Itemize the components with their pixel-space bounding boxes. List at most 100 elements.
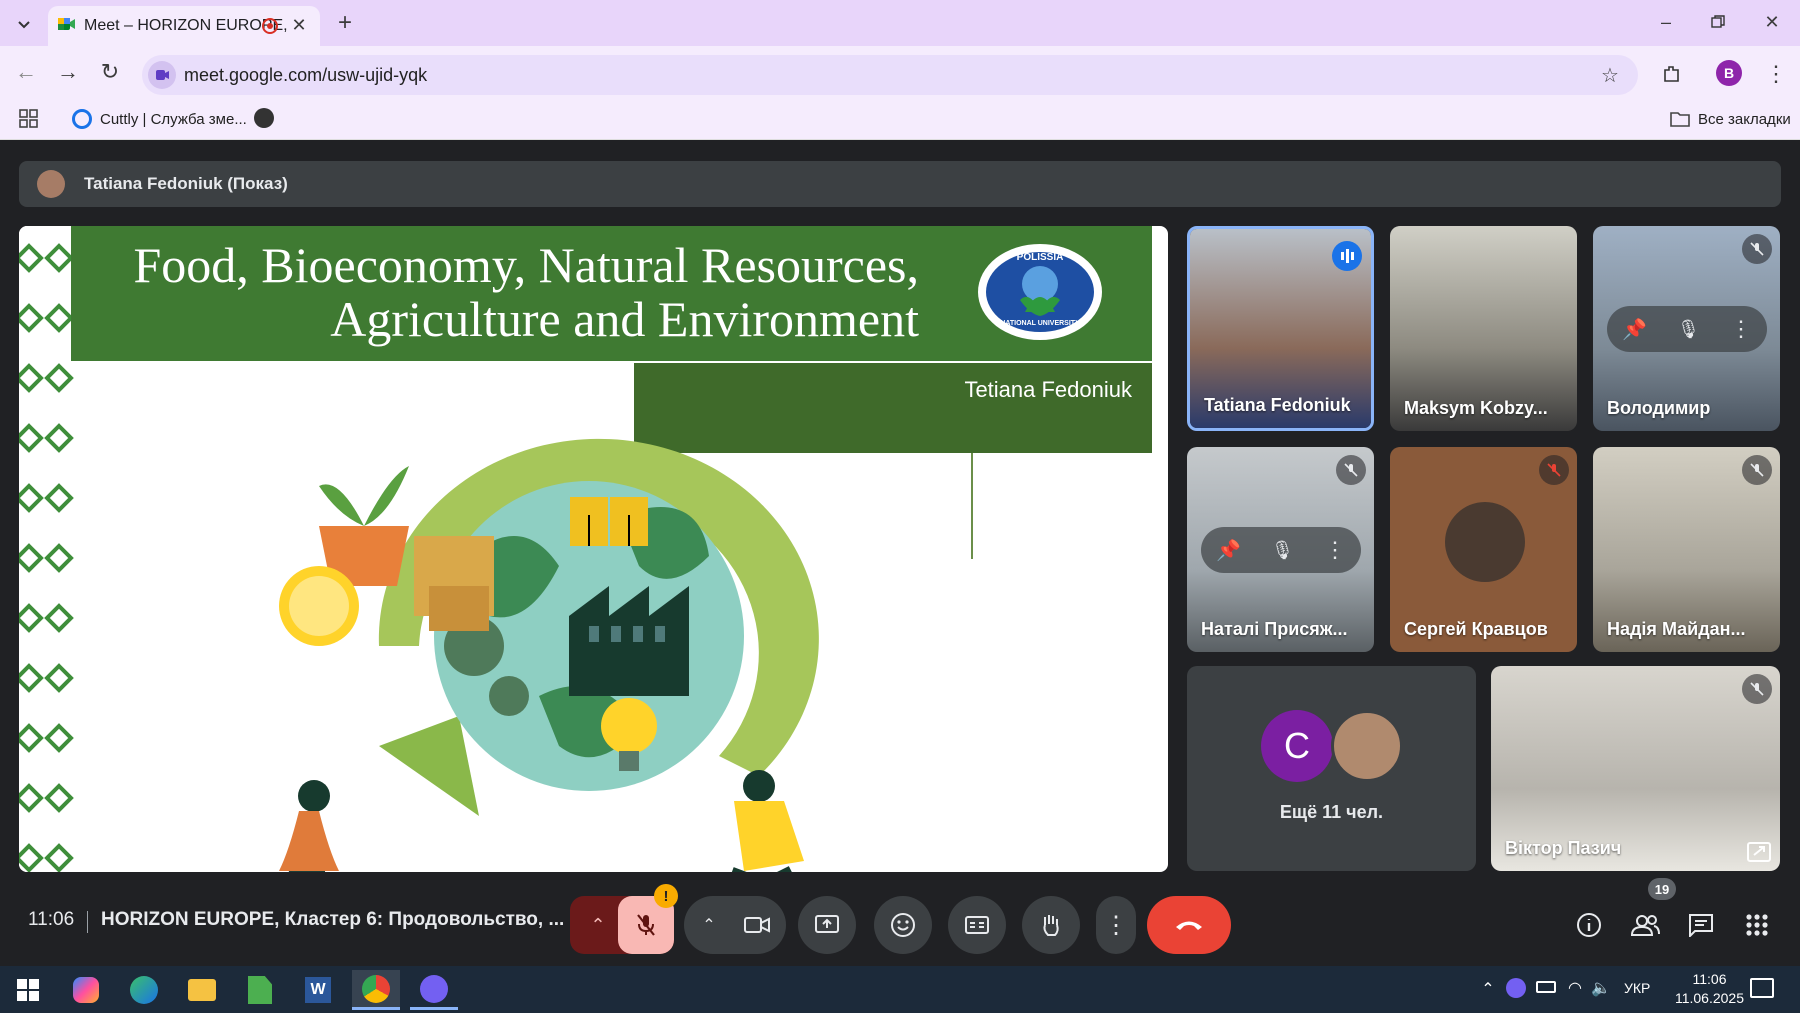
chat-icon [1689,914,1713,937]
clock-time: 11:06 [1692,971,1727,987]
slide-author: Tetiana Fedoniuk [964,377,1132,402]
participant-avatar [1445,502,1525,582]
browser-tab-bar: Meet – HORIZON EUROPE, ✕ + – ✕ [0,0,1800,46]
participant-tile[interactable]: Надія Майдан... [1593,447,1780,652]
participant-name: Володимир [1607,398,1711,418]
participant-photo-avatar [1331,710,1403,782]
slide-title: Food, Bioeconomy, Natural Resources, Agr… [109,238,920,347]
camera-toggle-button[interactable] [730,896,784,954]
more-options-icon[interactable]: ⋮ [1730,316,1752,342]
more-options-icon[interactable]: ⋮ [1324,537,1346,563]
presenter-label: Tatiana Fedoniuk (Показ) [84,174,288,193]
apps-grid-icon[interactable] [18,108,40,130]
close-tab-icon[interactable]: ✕ [288,14,310,36]
slide-title-line2: Agriculture and Environment [330,291,919,347]
taskbar-chrome[interactable] [352,970,400,1010]
start-button[interactable] [4,970,52,1010]
tile-hover-controls: 📌 🎙 ⋮ [1201,527,1361,573]
meeting-title: HORIZON EUROPE, Кластер 6: Продовольство… [101,909,565,930]
tray-viber-icon[interactable] [1506,978,1526,998]
logo-top-text: POLISSIA [1016,252,1064,263]
browser-menu-icon[interactable]: ⋮ [1762,58,1790,90]
people-button[interactable] [1624,896,1666,954]
raise-hand-button[interactable] [1022,896,1080,954]
clock-date: 11.06.2025 [1674,990,1744,1006]
leave-call-button[interactable] [1147,896,1231,954]
presenter-avatar [37,170,65,198]
hang-up-icon [1176,921,1202,930]
new-tab-icon[interactable]: + [330,8,360,38]
more-options-button[interactable]: ⋮ [1096,896,1136,954]
input-language[interactable]: УКР [1624,980,1650,996]
camera-options-button[interactable]: ⌃ [690,896,728,954]
back-icon[interactable]: ← [10,56,42,88]
activities-button[interactable] [1736,896,1778,954]
mute-participant-icon[interactable]: 🎙 [1677,319,1700,340]
meeting-info-button[interactable] [1568,896,1610,954]
captions-icon [965,916,989,934]
captions-button[interactable] [948,896,1006,954]
windows-icon [17,979,39,1001]
participant-tile[interactable]: 📌 🎙 ⋮ Наталі Присяж... [1187,447,1374,652]
participant-name: Maksym Kobzy... [1404,398,1548,418]
info-icon [1577,913,1601,937]
pin-icon[interactable]: 📌 [1216,538,1241,563]
active-tab[interactable]: Meet – HORIZON EUROPE, ✕ [48,6,320,46]
edge-icon [130,976,158,1004]
shared-slide[interactable]: Food, Bioeconomy, Natural Resources, Agr… [19,226,1168,872]
bioeconomy-illustration [279,438,819,872]
system-clock[interactable]: 11:06 11.06.2025 [1675,970,1744,1008]
participant-tile[interactable]: Сергей Кравцов [1390,447,1577,652]
time-divider [87,911,88,933]
apps-icon [1746,914,1768,936]
expand-icon[interactable] [1746,841,1772,863]
address-bar[interactable]: meet.google.com/usw-ujid-yqk ☆ [142,55,1638,95]
volume-icon[interactable]: 🔈 [1590,976,1612,1000]
taskbar-explorer[interactable] [178,970,226,1010]
camera-icon [744,917,770,933]
mic-off-icon [637,914,655,936]
notifications-icon[interactable] [1750,978,1774,998]
participant-name: Віктор Пазич [1505,838,1622,858]
participant-tile[interactable]: 📌 🎙 ⋮ Володимир [1593,226,1780,431]
reload-icon[interactable]: ↻ [94,56,126,88]
speaking-icon [1332,241,1362,271]
recording-icon [262,18,278,34]
taskbar-app[interactable] [236,970,284,1010]
bookmark-cuttly[interactable]: Cuttly | Служба зме... [72,106,247,132]
university-logo: POLISSIA NATIONAL UNIVERSITY [975,242,1105,342]
taskbar-edge[interactable] [120,970,168,1010]
slide-divider [971,453,973,559]
forward-icon[interactable]: → [52,56,84,88]
chat-button[interactable] [1680,896,1722,954]
taskbar-word[interactable]: W [294,970,342,1010]
present-button[interactable] [798,896,856,954]
extensions-icon[interactable] [1655,57,1689,91]
minimize-icon[interactable]: – [1650,6,1682,38]
mute-participant-icon[interactable]: 🎙 [1271,540,1294,561]
reactions-button[interactable] [874,896,932,954]
restore-icon[interactable] [1702,6,1734,38]
site-info-icon[interactable] [148,61,176,89]
more-participants-tile[interactable]: C Ещё 11 чел. [1187,666,1476,871]
muted-icon [1742,234,1772,264]
profile-avatar[interactable]: B [1716,60,1742,86]
participant-tile[interactable]: Tatiana Fedoniuk [1187,226,1374,431]
taskbar-copilot[interactable] [62,970,110,1010]
tray-chevron-icon[interactable]: ⌃ [1478,976,1498,1002]
pin-icon[interactable]: 📌 [1622,317,1647,342]
presentation-bar: Tatiana Fedoniuk (Показ) [19,161,1781,207]
globe-icon[interactable] [254,108,274,128]
tab-search-icon[interactable] [8,8,40,40]
word-icon: W [305,977,331,1003]
participant-name: Наталі Присяж... [1201,619,1348,639]
bookmark-star-icon[interactable]: ☆ [1596,61,1624,89]
close-window-icon[interactable]: ✕ [1756,6,1788,38]
battery-icon[interactable] [1536,981,1556,993]
logo-bottom-text: NATIONAL UNIVERSITY [1000,320,1080,327]
participant-tile[interactable]: Віктор Пазич [1491,666,1780,871]
taskbar-viber[interactable] [410,970,458,1010]
all-bookmarks-button[interactable]: Все закладки [1670,107,1791,131]
participant-tile[interactable]: Maksym Kobzy... [1390,226,1577,431]
wifi-icon[interactable]: ◠ [1564,976,1586,1000]
